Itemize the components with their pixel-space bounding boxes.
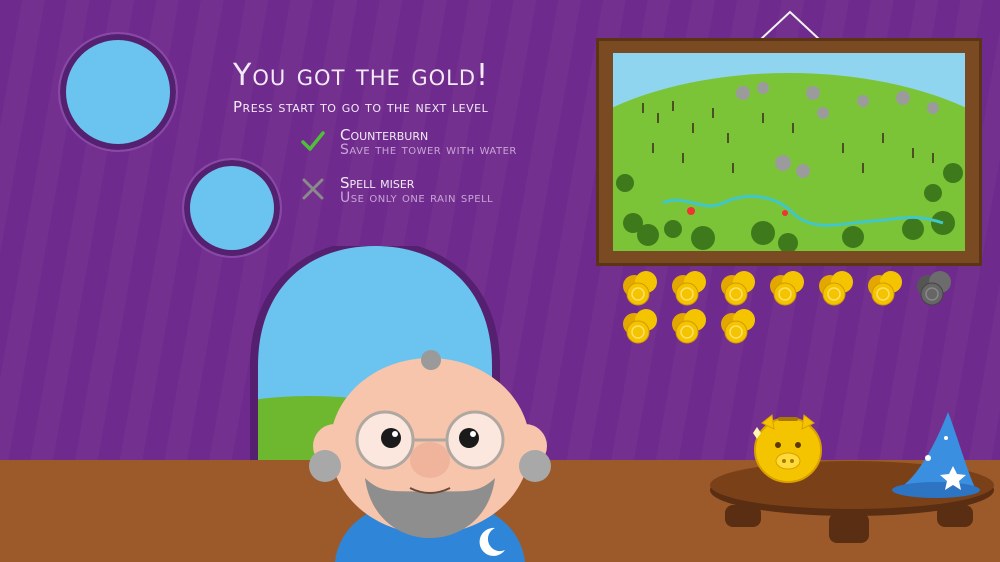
goal-description: Save the tower with water — [340, 142, 517, 158]
level-map-frame — [596, 38, 982, 266]
check-icon — [301, 131, 325, 151]
page-title: You got the gold! — [233, 58, 490, 93]
round-window-large — [60, 34, 176, 150]
goal-item-counterburn: Counterburn Save the tower with water — [300, 126, 600, 166]
coin-stacks — [622, 270, 952, 344]
wizard-character — [309, 350, 551, 562]
piggy-bank-icon — [753, 414, 822, 483]
cross-icon — [302, 178, 324, 200]
wizard-hat-icon — [892, 412, 980, 498]
goal-description: Use only one rain spell — [340, 190, 494, 206]
goal-item-spell-miser: Spell miser Use only one rain spell — [300, 174, 600, 214]
level-map-preview — [613, 53, 965, 251]
round-window-small — [184, 160, 280, 256]
page-subtitle: Press start to go to the next level — [233, 98, 489, 116]
